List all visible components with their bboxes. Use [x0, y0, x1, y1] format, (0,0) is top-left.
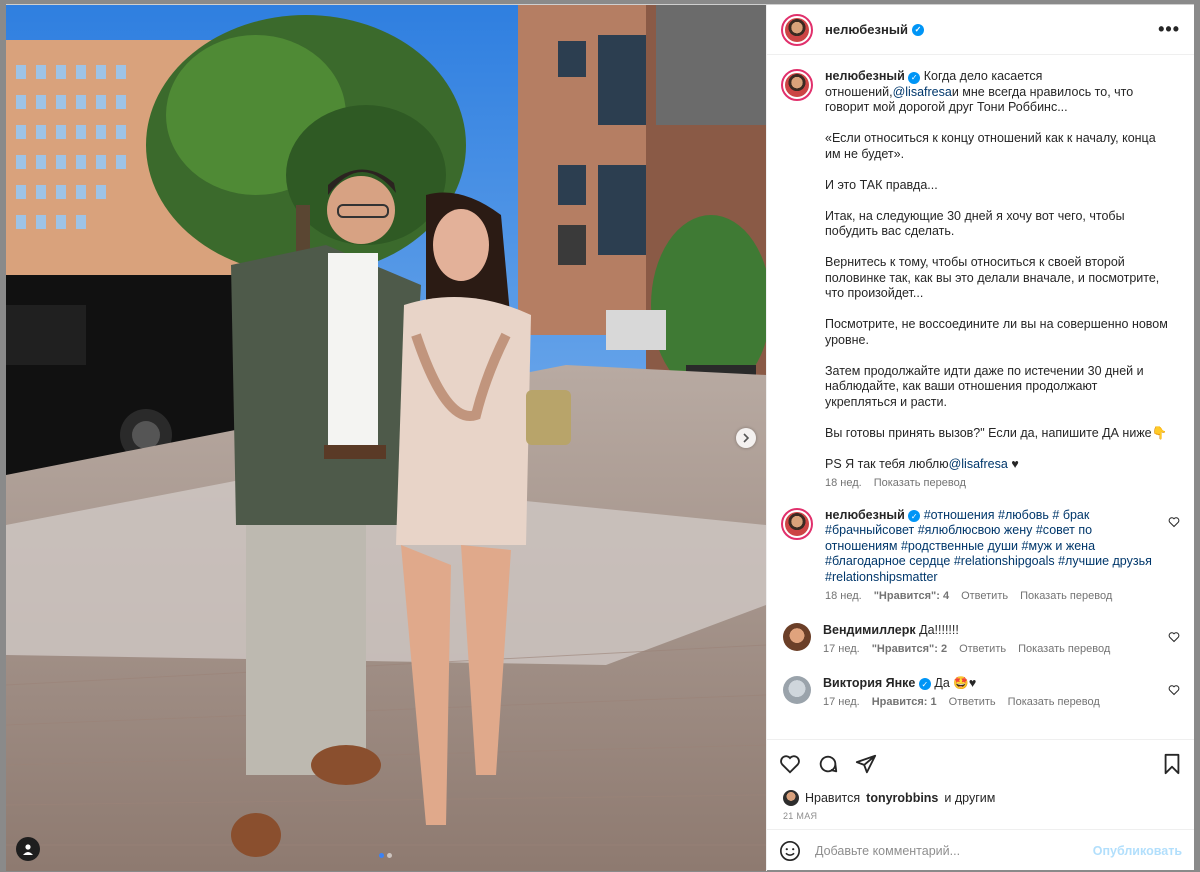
comment-text: Да!!!!!!!: [919, 622, 959, 637]
carousel-dot: [387, 853, 392, 858]
caption-text: нелюбезный ✓ Когда дело касается отношен…: [825, 69, 1170, 492]
post-actions: [767, 739, 1194, 787]
comment-meta: 17 нед. "Нравится": 2 Ответить Показать …: [823, 642, 1163, 658]
emoji-smiley-icon[interactable]: [779, 840, 801, 862]
verified-badge-icon: ✓: [908, 71, 921, 84]
caption-author[interactable]: нелюбезный: [825, 69, 905, 83]
post-date[interactable]: 21 МАЯ: [767, 809, 1194, 829]
comments-scroll[interactable]: нелюбезный ✓ Когда дело касается отношен…: [767, 55, 1194, 739]
caption-time[interactable]: 18 нед.: [825, 476, 862, 492]
comment-item: Виктория Янке ✓ Да 🤩♥ 17 нед. Нравится: …: [781, 675, 1180, 711]
caption-paragraph: Вы готовы принять вызов?" Если да, напиш…: [825, 425, 1168, 440]
add-comment-bar: Добавьте комментарий... Опубликовать: [767, 829, 1194, 871]
caption-paragraph: «Если относиться к концу отношений как к…: [825, 131, 1156, 161]
author-name[interactable]: нелюбезный ✓: [825, 22, 924, 37]
caption-paragraph: Итак, на следующие 30 дней я хочу вот че…: [825, 208, 1125, 239]
save-bookmark-icon[interactable]: [1162, 753, 1182, 775]
like-comment-heart-icon[interactable]: [1168, 516, 1180, 528]
caption-ps-heart: ♥: [1007, 456, 1019, 471]
comment-author[interactable]: нелюбезный: [825, 508, 905, 522]
comment-likes[interactable]: Нравится: 1: [872, 695, 937, 711]
translate-button[interactable]: Показать перевод: [1018, 642, 1110, 658]
comment-time[interactable]: 18 нед.: [825, 589, 862, 605]
like-heart-icon[interactable]: [779, 753, 801, 775]
more-options-icon[interactable]: •••: [1158, 19, 1180, 40]
next-photo-button[interactable]: [736, 428, 756, 448]
mention-link[interactable]: @lisafresa: [949, 457, 1008, 471]
carousel-dots: [379, 853, 392, 858]
post-modal: нелюбезный ✓ ••• нелюбезный ✓ Когда дело…: [6, 4, 1194, 871]
comment-author[interactable]: Виктория Янке: [823, 676, 915, 690]
likes-prefix: Нравится: [805, 791, 861, 805]
translate-button[interactable]: Показать перевод: [874, 476, 966, 492]
reply-button[interactable]: Ответить: [959, 642, 1006, 658]
comment-input[interactable]: Добавьте комментарий...: [815, 844, 1079, 858]
comment-meta: 18 нед. "Нравится": 4 Ответить Показать …: [825, 589, 1165, 605]
likes-suffix[interactable]: и другим: [944, 791, 995, 805]
comment-likes[interactable]: "Нравится": 4: [874, 589, 949, 605]
comment-body: Вендимиллерк Да!!!!!!! 17 нед. "Нравится…: [823, 623, 1163, 658]
comment-time[interactable]: 17 нед.: [823, 695, 860, 711]
comment-body: нелюбезный ✓ #отношения #любовь # брак #…: [825, 508, 1165, 605]
translate-button[interactable]: Показать перевод: [1020, 589, 1112, 605]
comment-likes[interactable]: "Нравится": 2: [872, 642, 947, 658]
comment-body: Виктория Янке ✓ Да 🤩♥ 17 нед. Нравится: …: [823, 676, 1163, 711]
share-paper-plane-icon[interactable]: [855, 753, 877, 775]
likes-summary[interactable]: Нравится tonyrobbins и другим: [767, 787, 1194, 809]
tagged-users-button[interactable]: [16, 837, 40, 861]
comment-avatar[interactable]: [781, 507, 813, 540]
verified-badge-icon: ✓: [918, 678, 931, 691]
liker-username[interactable]: tonyrobbins: [866, 791, 938, 805]
caption-paragraph: Вернитесь к тому, чтобы относиться к сво…: [825, 255, 1160, 300]
author-avatar[interactable]: [781, 13, 813, 46]
caption-block: нелюбезный ✓ Когда дело касается отношен…: [781, 69, 1180, 492]
comment-time[interactable]: 17 нед.: [823, 642, 860, 658]
post-sidebar: нелюбезный ✓ ••• нелюбезный ✓ Когда дело…: [766, 5, 1194, 871]
liker-avatar: [783, 790, 799, 806]
comment-meta: 17 нед. Нравится: 1 Ответить Показать пе…: [823, 695, 1163, 711]
like-comment-heart-icon[interactable]: [1168, 631, 1180, 643]
comment-item: нелюбезный ✓ #отношения #любовь # брак #…: [781, 507, 1180, 605]
photo-scene: [6, 5, 766, 871]
like-comment-heart-icon[interactable]: [1168, 684, 1180, 696]
caption-paragraph: Затем продолжайте идти даже по истечении…: [825, 363, 1144, 409]
mention-link[interactable]: @lisafresa: [893, 85, 952, 99]
comment-item: Вендимиллерк Да!!!!!!! 17 нед. "Нравится…: [781, 622, 1180, 658]
author-username[interactable]: нелюбезный: [825, 22, 908, 37]
comment-author[interactable]: Вендимиллерк: [823, 623, 916, 637]
carousel-dot-active: [379, 853, 384, 858]
comment-avatar[interactable]: [783, 675, 811, 704]
caption-paragraph: Посмотрите, не воссоедините ли вы на сов…: [825, 317, 1168, 347]
comment-avatar[interactable]: [783, 622, 811, 651]
user-icon: [23, 844, 33, 855]
translate-button[interactable]: Показать перевод: [1008, 695, 1100, 711]
chevron-right-icon: [743, 433, 750, 443]
post-header: нелюбезный ✓ •••: [767, 5, 1194, 55]
comment-bubble-icon[interactable]: [817, 753, 839, 775]
caption-ps: PS Я так тебя люблю: [825, 456, 949, 471]
caption-paragraph: И это ТАК правда...: [825, 177, 938, 192]
caption-meta: 18 нед. Показать перевод: [825, 476, 1170, 492]
reply-button[interactable]: Ответить: [949, 695, 996, 711]
caption-author-avatar[interactable]: [781, 69, 813, 101]
reply-button[interactable]: Ответить: [961, 589, 1008, 605]
verified-badge-icon: ✓: [908, 510, 921, 523]
post-comment-button[interactable]: Опубликовать: [1093, 844, 1182, 858]
post-photo[interactable]: [6, 5, 766, 871]
verified-badge-icon: ✓: [911, 23, 924, 36]
comment-text: Да 🤩♥: [934, 675, 977, 690]
